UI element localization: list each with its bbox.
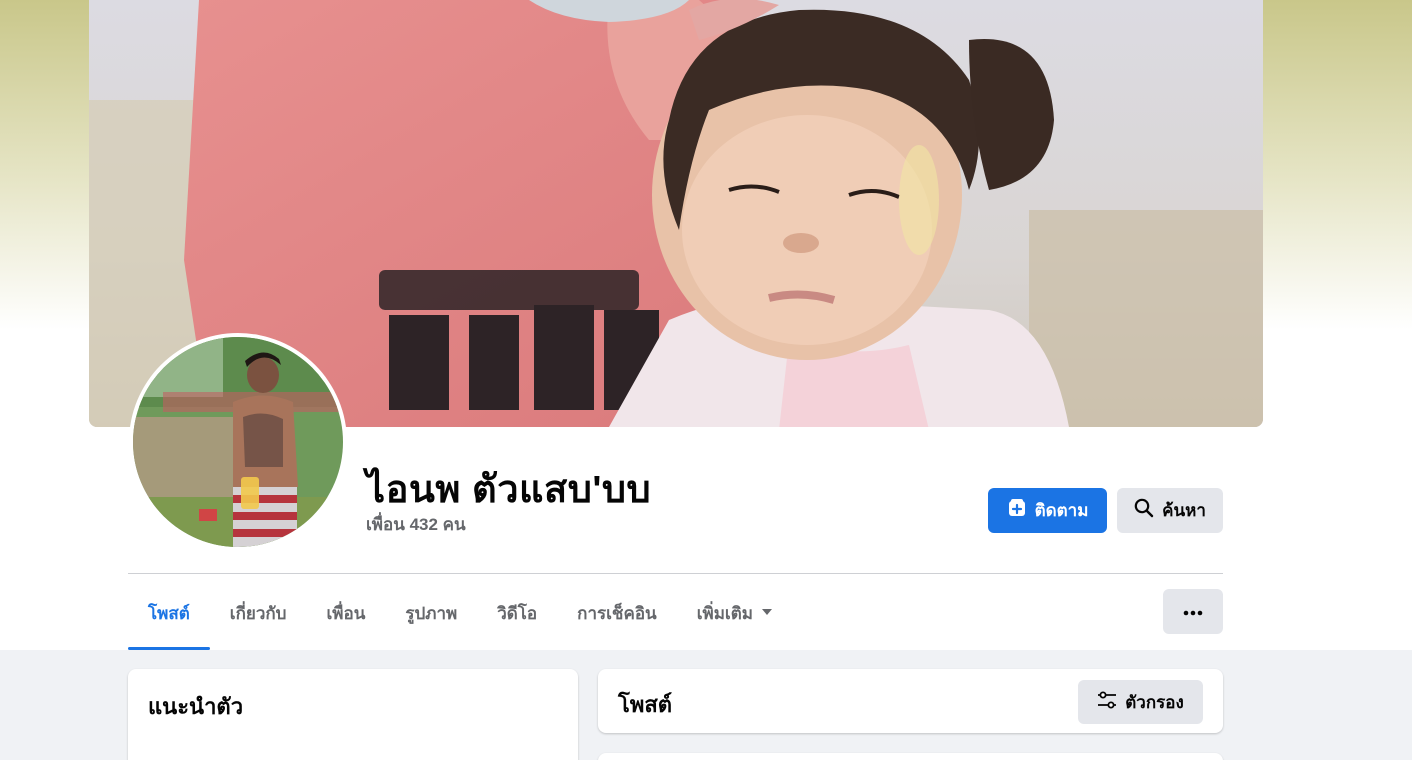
- tab-photos-label: รูปภาพ: [405, 603, 458, 623]
- filter-button-label: ตัวกรอง: [1125, 692, 1184, 712]
- friend-count[interactable]: เพื่อน 432 คน: [366, 511, 466, 538]
- search-icon: [1134, 498, 1154, 523]
- profile-name: ไอนพ ตัวแสบ'บบ: [366, 469, 652, 511]
- tab-photos[interactable]: รูปภาพ: [385, 578, 477, 648]
- tab-about[interactable]: เกี่ยวกับ: [210, 578, 307, 648]
- follow-button-label: ติดตาม: [1034, 501, 1089, 520]
- intro-title: แนะนำตัว: [148, 694, 244, 719]
- posts-title: โพสต์: [618, 692, 673, 717]
- tab-posts-label: โพสต์: [148, 603, 190, 623]
- tab-friends-label: เพื่อน: [326, 603, 366, 623]
- tab-checkins-label: การเช็คอิน: [577, 603, 657, 623]
- search-button-label: ค้นหา: [1162, 501, 1206, 520]
- profile-tabs: โพสต์ เกี่ยวกับ เพื่อน รูปภาพ วิดีโอ การ…: [128, 578, 793, 650]
- intro-card: แนะนำตัว: [128, 669, 578, 760]
- follow-button[interactable]: ติดตาม: [988, 488, 1107, 533]
- tab-checkins[interactable]: การเช็คอิน: [557, 578, 677, 648]
- profile-avatar[interactable]: [129, 333, 347, 551]
- chevron-down-icon: [761, 603, 773, 623]
- tab-friends[interactable]: เพื่อน: [306, 578, 385, 648]
- more-options-button[interactable]: [1163, 589, 1223, 634]
- posts-header-card: โพสต์ ตัวกรอง: [598, 669, 1223, 733]
- tab-videos[interactable]: วิดีโอ: [477, 578, 557, 648]
- tab-more-label: เพิ่มเติม: [696, 603, 753, 623]
- search-button[interactable]: ค้นหา: [1117, 488, 1223, 533]
- filter-sliders-icon: [1097, 691, 1117, 714]
- header-divider: [128, 573, 1223, 574]
- tab-about-label: เกี่ยวกับ: [229, 603, 287, 623]
- filter-button[interactable]: ตัวกรอง: [1078, 680, 1203, 724]
- tab-videos-label: วิดีโอ: [497, 603, 538, 623]
- tab-more[interactable]: เพิ่มเติม: [677, 578, 793, 648]
- more-dots-icon: [1183, 603, 1203, 621]
- tab-posts[interactable]: โพสต์: [128, 578, 210, 650]
- follow-plus-icon: [1007, 498, 1027, 523]
- post-card: [598, 753, 1223, 760]
